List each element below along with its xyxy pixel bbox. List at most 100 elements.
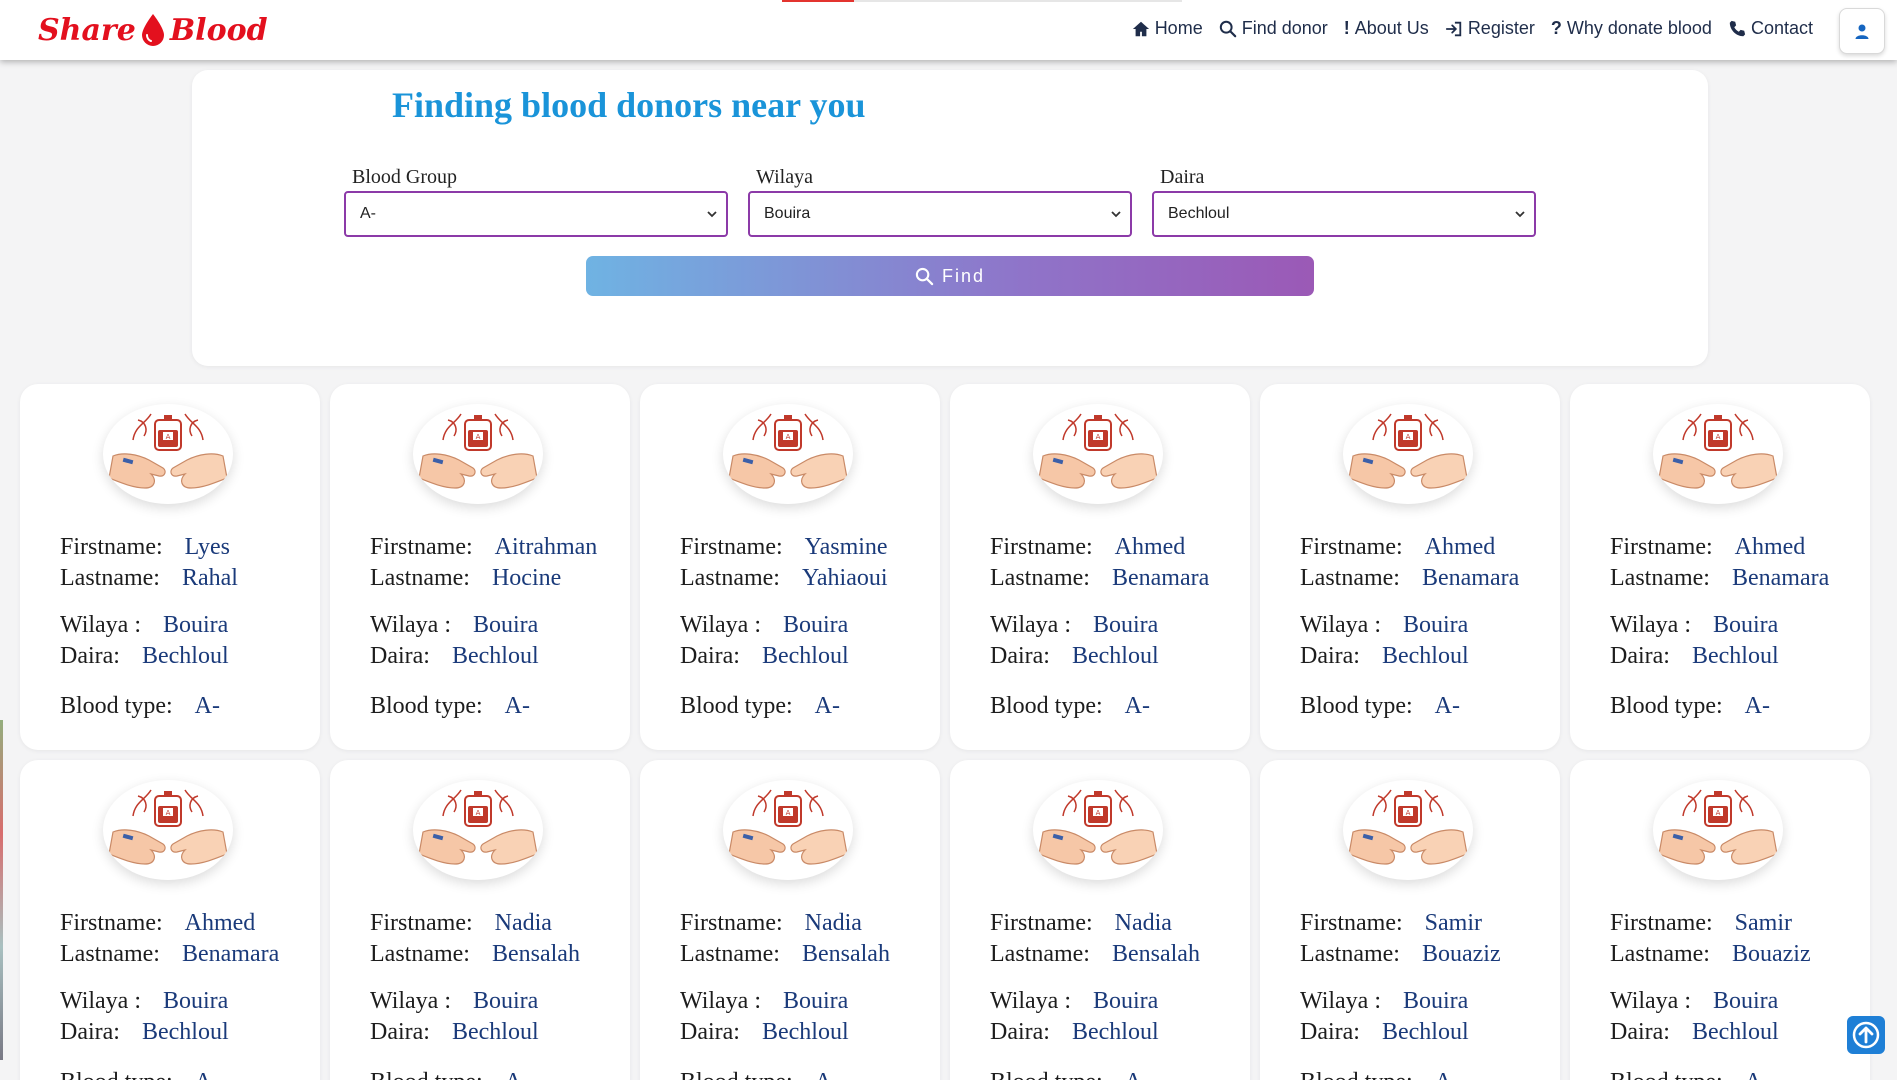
wilaya-label: Wilaya :	[370, 988, 451, 1014]
blood-group-field: Blood Group A-	[344, 166, 728, 237]
wilaya-label: Wilaya :	[990, 612, 1071, 638]
daira-select[interactable]: Bechloul	[1152, 191, 1536, 237]
donor-lastname: Bouaziz	[1731, 941, 1811, 967]
search-icon	[1219, 20, 1236, 37]
home-icon	[1132, 21, 1149, 36]
blood-type-row: Blood type: A-	[370, 691, 622, 722]
nav-register[interactable]: Register	[1445, 18, 1535, 39]
blood-type-label: Blood type:	[60, 1069, 173, 1080]
page-title: Finding blood donors near you	[392, 85, 866, 125]
nav-home[interactable]: Home	[1132, 18, 1203, 39]
donor-lastname: Benamara	[1731, 565, 1830, 591]
wilaya-label: Wilaya :	[680, 988, 761, 1014]
daira-row: Daira: Bechloul	[990, 641, 1242, 672]
search-panel: Finding blood donors near you Blood Grou…	[192, 70, 1708, 366]
lastname-row: Lastname: Benamara	[1300, 563, 1552, 594]
svg-text:A: A	[166, 433, 171, 441]
donor-wilaya: Bouira	[1713, 612, 1779, 638]
blood-group-value: A-	[360, 205, 376, 222]
blood-type-label: Blood type:	[680, 693, 793, 719]
blood-type-row: Blood type: A-	[370, 1067, 622, 1080]
firstname-label: Firstname:	[370, 910, 473, 936]
blood-donation-icon: A	[723, 404, 853, 504]
arrow-up-icon	[1852, 1021, 1880, 1049]
wilaya-label: Wilaya :	[1300, 988, 1381, 1014]
donor-wilaya: Bouira	[473, 988, 539, 1014]
donor-blood-type: A-	[504, 693, 530, 719]
nav-about-us[interactable]: ! About Us	[1344, 18, 1429, 39]
donor-card: A Firstname: Ahmed Lastname: Benamara Wila…	[950, 384, 1250, 750]
blood-type-row: Blood type: A-	[1610, 1067, 1862, 1080]
blood-type-row: Blood type: A-	[990, 1067, 1242, 1080]
wilaya-row: Wilaya : Bouira	[370, 610, 622, 641]
blood-donation-icon: A	[413, 780, 543, 880]
nav-home-label: Home	[1154, 18, 1203, 38]
wilaya-row: Wilaya : Bouira	[60, 986, 312, 1017]
donor-info: Firstname: Ahmed Lastname: Benamara Wilaya…	[990, 532, 1242, 722]
logo[interactable]: Share Blood	[38, 8, 268, 52]
donor-card: A Firstname: Ahmed Lastname: Benamara Wila…	[1260, 384, 1560, 750]
wilaya-select[interactable]: Bouira	[748, 191, 1132, 237]
donor-card: A Firstname: Lyes Lastname: Rahal Wilaya :…	[20, 384, 320, 750]
donor-info: Firstname: Lyes Lastname: Rahal Wilaya : Bo…	[60, 532, 312, 722]
blood-type-row: Blood type: A-	[680, 691, 932, 722]
blood-donation-icon: A	[103, 404, 233, 504]
donor-blood-type: A-	[1745, 1069, 1770, 1080]
firstname-row: Firstname: Ahmed	[990, 532, 1242, 563]
scroll-to-top-button[interactable]	[1847, 1016, 1885, 1054]
nav-about-label: About Us	[1354, 18, 1429, 38]
blood-type-label: Blood type:	[60, 693, 173, 719]
donor-wilaya: Bouira	[783, 988, 849, 1014]
wilaya-row: Wilaya : Bouira	[60, 610, 312, 641]
firstname-row: Firstname: Samir	[1300, 908, 1552, 939]
lastname-row: Lastname: Bouaziz	[1300, 939, 1552, 970]
lastname-label: Lastname:	[370, 941, 470, 967]
donor-info: Firstname: Ahmed Lastname: Benamara Wilaya…	[60, 908, 312, 1080]
wilaya-label: Wilaya :	[1610, 612, 1691, 638]
wilaya-label: Wilaya :	[1610, 988, 1691, 1014]
blood-type-row: Blood type: A-	[990, 691, 1242, 722]
lastname-row: Lastname: Bouaziz	[1610, 939, 1862, 970]
donor-info: Firstname: Yasmine Lastname: Yahiaoui Wila…	[680, 532, 932, 722]
donor-wilaya: Bouira	[163, 988, 229, 1014]
donor-lastname: Bensalah	[491, 941, 580, 967]
firstname-row: Firstname: Samir	[1610, 908, 1862, 939]
svg-text:A: A	[1716, 809, 1721, 817]
daira-label: Daira:	[60, 643, 120, 669]
chevron-down-icon	[1111, 211, 1121, 218]
daira-row: Daira: Bechloul	[1610, 641, 1862, 672]
lastname-label: Lastname:	[1610, 941, 1710, 967]
donor-info: Firstname: Nadia Lastname: Bensalah Wilaya…	[990, 908, 1242, 1080]
find-button[interactable]: Find	[586, 256, 1314, 296]
daira-label: Daira:	[990, 1019, 1050, 1045]
lastname-label: Lastname:	[680, 941, 780, 967]
firstname-row: Firstname: Nadia	[370, 908, 622, 939]
blood-drop-icon	[141, 14, 164, 46]
search-icon	[915, 267, 934, 285]
daira-row: Daira: Bechloul	[370, 1017, 622, 1048]
firstname-label: Firstname:	[1300, 910, 1403, 936]
wilaya-row: Wilaya : Bouira	[990, 986, 1242, 1017]
blood-donation-icon: A	[723, 780, 853, 880]
donor-blood-type: A-	[1434, 693, 1460, 719]
nav-why-donate[interactable]: ? Why donate blood	[1551, 18, 1712, 39]
blood-type-label: Blood type:	[1300, 693, 1413, 719]
donor-firstname: Nadia	[804, 910, 862, 936]
nav-contact-label: Contact	[1750, 18, 1813, 38]
nav-find-donor[interactable]: Find donor	[1219, 18, 1328, 39]
svg-text:A: A	[786, 809, 791, 817]
donor-wilaya: Bouira	[1713, 988, 1779, 1014]
donor-info: Firstname: Nadia Lastname: Bensalah Wilaya…	[680, 908, 932, 1080]
donor-firstname: Aitrahman	[494, 534, 598, 560]
firstname-label: Firstname:	[990, 910, 1093, 936]
blood-type-label: Blood type:	[370, 1069, 483, 1080]
lastname-row: Lastname: Benamara	[1610, 563, 1862, 594]
nav-contact[interactable]: Contact	[1728, 18, 1813, 39]
donor-daira: Bechloul	[1691, 643, 1779, 669]
question-icon: ?	[1550, 18, 1562, 38]
blood-group-select[interactable]: A-	[344, 191, 728, 237]
svg-text:A: A	[476, 433, 481, 441]
donor-info: Firstname: Samir Lastname: Bouaziz Wilaya …	[1610, 908, 1862, 1080]
user-account-button[interactable]	[1839, 8, 1885, 54]
lastname-label: Lastname:	[60, 565, 160, 591]
